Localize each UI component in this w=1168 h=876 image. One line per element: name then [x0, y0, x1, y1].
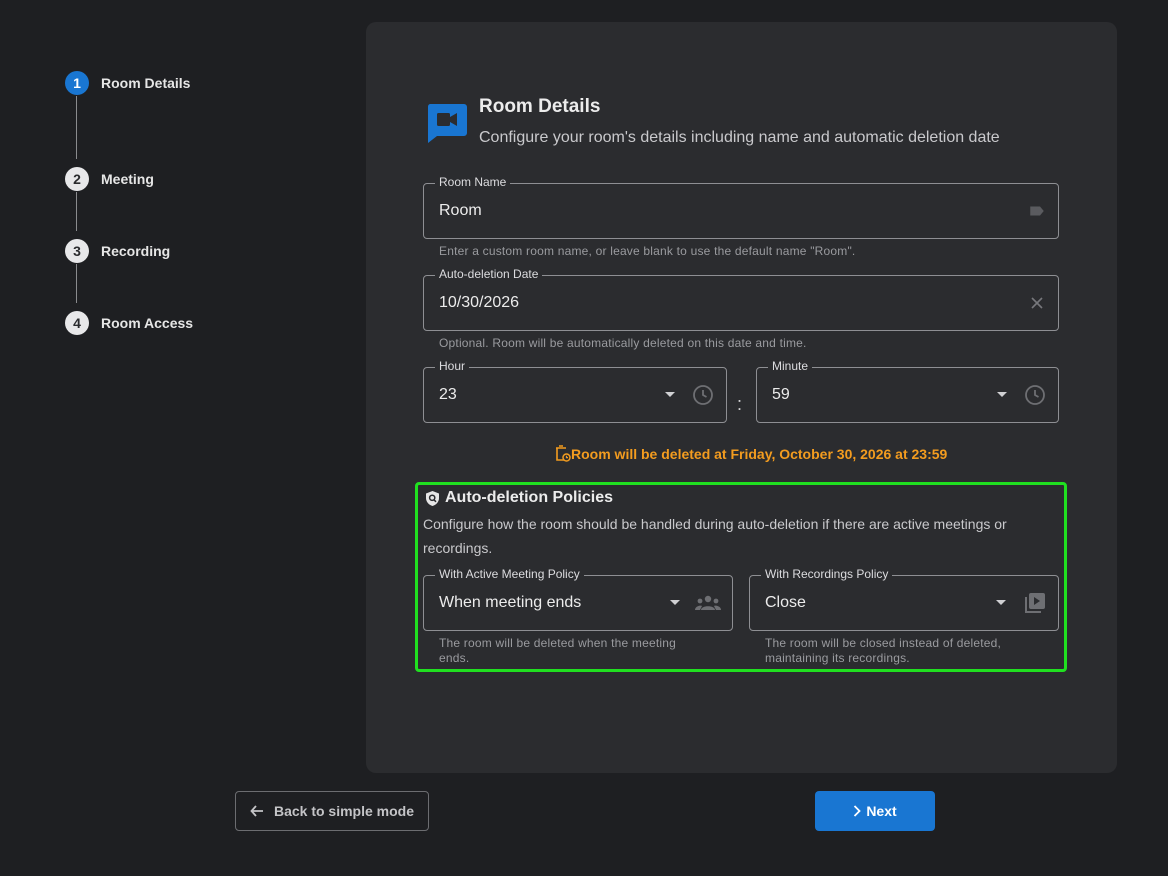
chevron-right-icon	[854, 805, 862, 817]
step-label: Meeting	[101, 171, 154, 187]
videocam-chat-icon	[427, 104, 467, 143]
back-to-simple-mode-button[interactable]: Back to simple mode	[235, 791, 429, 831]
page-title: Room Details	[479, 96, 601, 117]
room-name-label: Room Name	[435, 175, 511, 189]
arrow-left-icon	[250, 805, 263, 817]
step-connector	[76, 192, 77, 231]
chevron-down-icon[interactable]	[669, 599, 681, 607]
deletion-date-input[interactable]	[439, 294, 883, 312]
recordings-policy-hint: The room will be closed instead of delet…	[765, 636, 1002, 665]
minute-select[interactable]: Minute 59	[756, 359, 1059, 423]
step-number: 3	[65, 239, 89, 263]
step-connector	[76, 264, 77, 303]
room-name-hint: Enter a custom room name, or leave blank…	[439, 244, 856, 258]
chevron-down-icon[interactable]	[996, 391, 1008, 399]
room-name-input[interactable]	[439, 202, 883, 220]
step-number: 1	[65, 71, 89, 95]
back-button-label: Back to simple mode	[273, 803, 415, 819]
group-icon	[695, 595, 721, 610]
next-button-label: Next	[866, 803, 897, 819]
hour-value: 23	[439, 386, 457, 403]
room-name-field[interactable]: Room Name	[423, 175, 1059, 239]
deletion-warning-text: Room will be deleted at Friday, October …	[571, 446, 948, 462]
hour-select[interactable]: Hour 23	[423, 359, 727, 423]
step-connector	[76, 96, 77, 159]
label-tag-icon	[1030, 206, 1044, 216]
page: 1 Room Details 2 Meeting 3 Recording 4 R…	[0, 0, 1168, 876]
meeting-policy-hint: The room will be deleted when the meetin…	[439, 636, 676, 665]
page-subtitle: Configure your room's details including …	[479, 129, 1000, 146]
step-label: Room Details	[101, 75, 191, 91]
delete-clock-icon	[556, 445, 571, 462]
clock-icon	[693, 385, 713, 405]
clear-icon[interactable]	[1030, 296, 1044, 310]
step-recording[interactable]: 3 Recording	[65, 239, 170, 263]
deletion-warning: Room will be deleted at Friday, October …	[555, 445, 947, 463]
step-room-access[interactable]: 4 Room Access	[65, 311, 193, 335]
policies-title: Auto-deletion Policies	[445, 489, 614, 506]
step-number: 4	[65, 311, 89, 335]
step-meeting[interactable]: 2 Meeting	[65, 167, 154, 191]
shield-search-icon	[426, 491, 439, 506]
step-room-details[interactable]: 1 Room Details	[65, 71, 190, 95]
recordings-policy-select[interactable]: With Recordings Policy Close	[749, 567, 1059, 631]
deletion-date-hint: Optional. Room will be automatically del…	[439, 336, 807, 350]
video-library-icon	[1025, 593, 1045, 613]
meeting-policy-value: When meeting ends	[439, 594, 582, 611]
chevron-down-icon[interactable]	[664, 391, 676, 399]
recordings-policy-label: With Recordings Policy	[761, 567, 893, 581]
step-label: Room Access	[101, 315, 194, 331]
clock-icon	[1025, 385, 1045, 405]
minute-value: 59	[772, 386, 790, 403]
meeting-policy-select[interactable]: With Active Meeting Policy When meeting …	[423, 567, 733, 631]
minute-label: Minute	[768, 359, 813, 373]
policies-description: Configure how the room should be handled…	[423, 516, 1007, 556]
next-button[interactable]: Next	[815, 791, 935, 831]
recordings-policy-value: Close	[765, 594, 806, 611]
step-label: Recording	[101, 243, 171, 259]
deletion-date-label: Auto-deletion Date	[435, 267, 543, 281]
deletion-date-field[interactable]: Auto-deletion Date	[423, 267, 1059, 331]
hour-label: Hour	[435, 359, 470, 373]
meeting-policy-label: With Active Meeting Policy	[435, 567, 584, 581]
chevron-down-icon[interactable]	[995, 599, 1007, 607]
time-separator: :	[737, 394, 743, 414]
step-number: 2	[65, 167, 89, 191]
